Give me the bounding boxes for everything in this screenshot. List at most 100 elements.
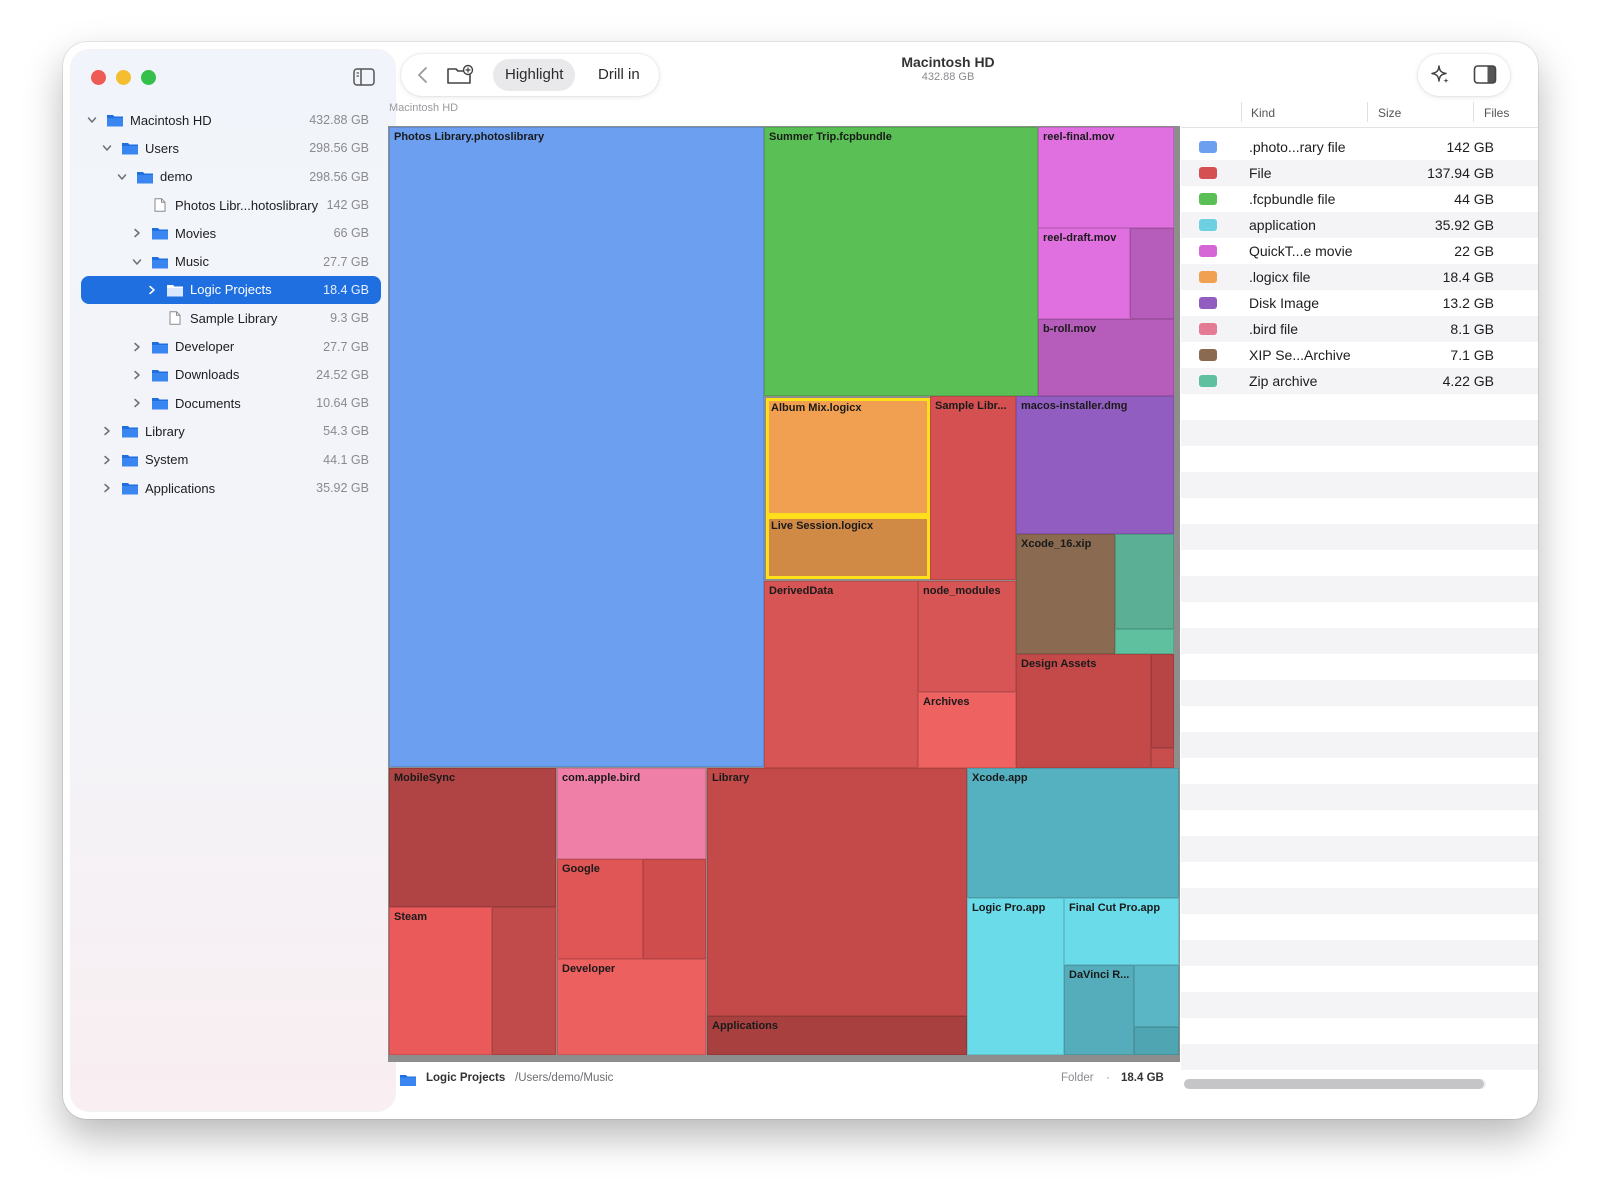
- kind-row[interactable]: .logicx file 18.4 GB: [1181, 264, 1538, 290]
- drill-in-mode-button[interactable]: Drill in: [586, 59, 652, 91]
- treemap-tile[interactable]: Summer Trip.fcpbundle: [764, 127, 1038, 396]
- treemap-tile[interactable]: Sample Libr...: [930, 396, 1016, 580]
- treemap-tile[interactable]: Archives: [918, 692, 1016, 768]
- folder-icon: [152, 340, 168, 354]
- column-divider[interactable]: [1367, 102, 1368, 122]
- chevron-right-icon[interactable]: [130, 226, 144, 240]
- treemap-tile[interactable]: node_modules: [918, 581, 1016, 692]
- sidebar-item[interactable]: Photos Libr...hotoslibrary 142 GB: [81, 191, 381, 219]
- empty-row: [1181, 446, 1538, 472]
- treemap-tile[interactable]: [643, 859, 706, 959]
- sidebar-item[interactable]: Downloads 24.52 GB: [81, 361, 381, 389]
- treemap-tile[interactable]: Live Session.logicx: [766, 516, 930, 579]
- treemap-tile[interactable]: Album Mix.logicx: [766, 398, 930, 516]
- treemap-tile[interactable]: DerivedData: [764, 581, 918, 768]
- sidebar-item[interactable]: Developer 27.7 GB: [81, 332, 381, 360]
- treemap-tile[interactable]: Library: [707, 768, 967, 1016]
- chevron-right-icon[interactable]: [100, 424, 114, 438]
- sidebar-item[interactable]: Documents 10.64 GB: [81, 389, 381, 417]
- chevron-down-icon[interactable]: [100, 141, 114, 155]
- kind-name: QuickT...e movie: [1249, 243, 1353, 259]
- sidebar-item[interactable]: Music 27.7 GB: [81, 247, 381, 275]
- sidebar-item[interactable]: System 44.1 GB: [81, 446, 381, 474]
- treemap-tile[interactable]: Applications: [707, 1016, 967, 1055]
- chevron-right-icon[interactable]: [145, 283, 159, 297]
- sidebar-item[interactable]: Logic Projects 18.4 GB: [81, 275, 381, 305]
- files-column-header[interactable]: Files: [1484, 106, 1509, 120]
- chevron-down-icon[interactable]: [130, 255, 144, 269]
- close-window-button[interactable]: [91, 70, 106, 85]
- chevron-right-icon[interactable]: [130, 368, 144, 382]
- sidebar-item-size: 298.56 GB: [309, 169, 369, 184]
- treemap-tile[interactable]: [1151, 654, 1174, 748]
- treemap-tile[interactable]: DaVinci R...: [1064, 965, 1134, 1055]
- color-swatch: [1199, 219, 1217, 231]
- chevron-down-icon[interactable]: [85, 113, 99, 127]
- chevron-right-icon[interactable]: [130, 340, 144, 354]
- treemap-tile[interactable]: [1151, 748, 1174, 768]
- chevron-down-icon[interactable]: [115, 170, 129, 184]
- treemap-tile[interactable]: [1134, 1027, 1179, 1055]
- treemap-tile[interactable]: [1115, 534, 1174, 629]
- kind-row[interactable]: application 35.92 GB: [1181, 212, 1538, 238]
- file-tree: Macintosh HD 432.88 GB Users 298.56 GB demo 2…: [81, 106, 381, 502]
- column-divider[interactable]: [1241, 102, 1242, 122]
- treemap[interactable]: Photos Library.photoslibrary Summer Trip.…: [388, 126, 1180, 1062]
- sidebar-item[interactable]: Library 54.3 GB: [81, 417, 381, 445]
- kind-row[interactable]: .fcpbundle file 44 GB: [1181, 186, 1538, 212]
- kind-name: .logicx file: [1249, 269, 1311, 285]
- treemap-tile[interactable]: macos-installer.dmg: [1016, 396, 1174, 534]
- treemap-tile[interactable]: reel-final.mov: [1038, 127, 1174, 228]
- treemap-tile[interactable]: [492, 907, 556, 1055]
- treemap-tile[interactable]: Developer: [557, 959, 706, 1055]
- sidebar-toggle-icon[interactable]: [353, 68, 375, 86]
- kind-row[interactable]: .photo...rary file 142 GB: [1181, 134, 1538, 160]
- treemap-tile[interactable]: Design Assets: [1016, 654, 1151, 768]
- chevron-right-icon[interactable]: [130, 396, 144, 410]
- sidebar-item[interactable]: Applications 35.92 GB: [81, 474, 381, 502]
- sparkle-icon[interactable]: [1428, 63, 1452, 87]
- treemap-tile[interactable]: MobileSync: [389, 768, 556, 907]
- sidebar-item[interactable]: Users 298.56 GB: [81, 134, 381, 162]
- treemap-tile[interactable]: [1115, 629, 1174, 654]
- kind-row[interactable]: .bird file 8.1 GB: [1181, 316, 1538, 342]
- size-column-header[interactable]: Size: [1378, 106, 1401, 120]
- treemap-tile[interactable]: Google: [557, 859, 643, 959]
- back-chevron-icon[interactable]: [411, 63, 435, 87]
- inspector-toggle-icon[interactable]: [1473, 64, 1497, 86]
- kind-size: 13.2 GB: [1442, 295, 1494, 311]
- window-title: Macintosh HD 432.88 GB: [843, 54, 1053, 83]
- treemap-tile[interactable]: b-roll.mov: [1038, 319, 1174, 396]
- kind-column-header[interactable]: Kind: [1251, 106, 1275, 120]
- kind-name: application: [1249, 217, 1316, 233]
- sidebar-item[interactable]: demo 298.56 GB: [81, 163, 381, 191]
- chevron-right-icon[interactable]: [100, 453, 114, 467]
- treemap-tile[interactable]: Steam: [389, 907, 492, 1055]
- treemap-tile[interactable]: Xcode.app: [967, 768, 1179, 898]
- kind-row[interactable]: XIP Se...Archive 7.1 GB: [1181, 342, 1538, 368]
- treemap-tile[interactable]: Xcode_16.xip: [1016, 534, 1115, 654]
- chevron-right-icon[interactable]: [100, 481, 114, 495]
- minimize-window-button[interactable]: [116, 70, 131, 85]
- treemap-tile[interactable]: reel-draft.mov: [1038, 228, 1130, 319]
- treemap-tile[interactable]: Logic Pro.app: [967, 898, 1064, 1055]
- maximize-window-button[interactable]: [141, 70, 156, 85]
- treemap-tile[interactable]: [1130, 228, 1174, 319]
- folder-icon: [152, 255, 168, 269]
- kind-row[interactable]: File 137.94 GB: [1181, 160, 1538, 186]
- kind-row[interactable]: Zip archive 4.22 GB: [1181, 368, 1538, 394]
- treemap-tile[interactable]: com.apple.bird: [557, 768, 706, 859]
- kind-row[interactable]: Disk Image 13.2 GB: [1181, 290, 1538, 316]
- empty-row: [1181, 810, 1538, 836]
- sidebar-item[interactable]: Movies 66 GB: [81, 219, 381, 247]
- treemap-tile[interactable]: [1134, 965, 1179, 1027]
- kind-row[interactable]: QuickT...e movie 22 GB: [1181, 238, 1538, 264]
- sidebar-item[interactable]: Macintosh HD 432.88 GB: [81, 106, 381, 134]
- horizontal-scrollbar-thumb[interactable]: [1184, 1079, 1484, 1089]
- new-folder-icon[interactable]: [446, 63, 474, 87]
- highlight-mode-button[interactable]: Highlight: [493, 59, 576, 91]
- column-divider[interactable]: [1473, 102, 1474, 122]
- treemap-tile[interactable]: Photos Library.photoslibrary: [389, 127, 764, 767]
- treemap-tile[interactable]: Final Cut Pro.app: [1064, 898, 1179, 965]
- sidebar-item[interactable]: Sample Library 9.3 GB: [81, 304, 381, 332]
